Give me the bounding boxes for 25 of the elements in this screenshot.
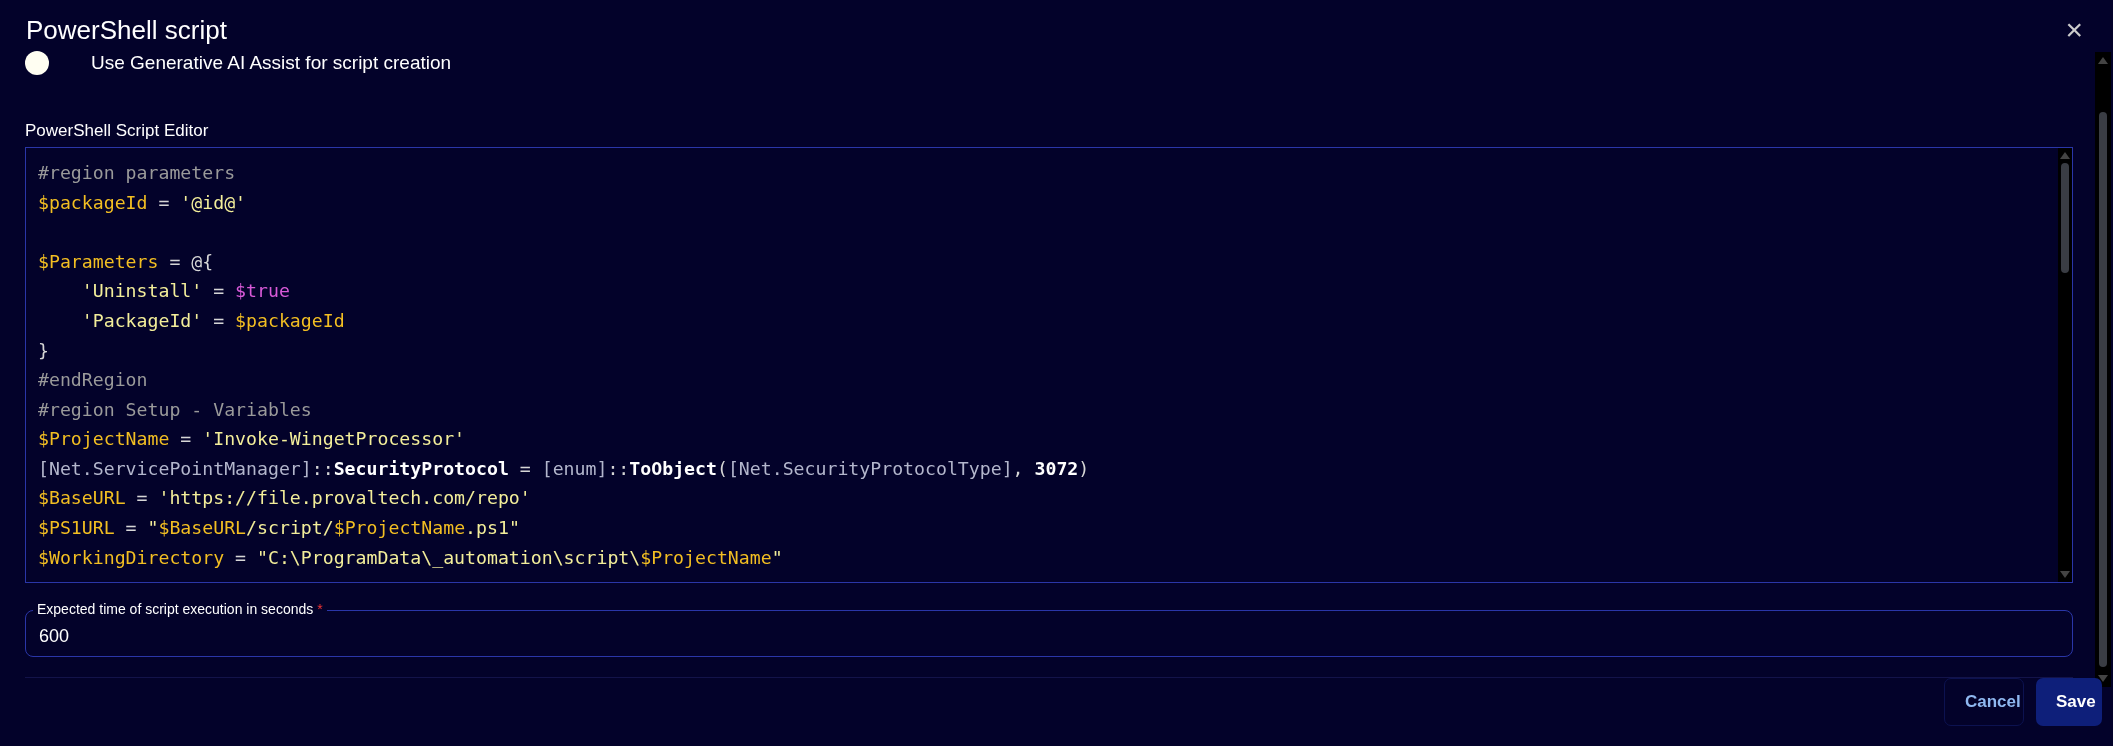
save-button[interactable]: Save (2036, 678, 2102, 726)
toggle-label: Use Generative AI Assist for script creation (91, 52, 452, 75)
code-line: $Parameters = @{ (38, 249, 215, 274)
code-line: $WorkingDirectory = "C:\ProgramData\_automation\script\$ProjectName" (38, 545, 784, 570)
toggle-switch[interactable] (25, 51, 49, 76)
close-button[interactable]: × (2061, 15, 2087, 45)
editor-label: PowerShell Script Editor (25, 120, 210, 141)
timeout-field[interactable]: Expected time of script execution in seconds * 600 (25, 601, 2073, 657)
dialog-title: PowerShell script (26, 14, 227, 46)
code-line: $BaseURL = 'https://file.provaltech.com/repo' (38, 486, 532, 511)
code-line: #region parameters (38, 160, 237, 185)
code-line: $ProjectName = 'Invoke-WingetProcessor' (38, 427, 467, 452)
scrollbar[interactable] (2095, 52, 2111, 687)
field-label: Expected time of script execution in seconds * (33, 601, 327, 619)
scrollbar[interactable] (2058, 147, 2072, 583)
cancel-button[interactable]: Cancel (1944, 678, 2024, 726)
code-line: #endRegion (38, 368, 149, 393)
code-line: $packageId = '@id@' (38, 190, 248, 215)
code-line: #region Setup - Variables (38, 397, 313, 422)
code-line: } (38, 338, 50, 363)
code-line: 'Uninstall' = $true (80, 279, 291, 304)
code-line: 'PackageId' = $packageId (80, 308, 346, 333)
code-line: [Net.ServicePointManager]::SecurityProtocol = [enum]::ToObject([Net.SecurityProtocolType], 3072) (38, 456, 1091, 481)
code-line: $PS1URL = "$BaseURL/script/$ProjectName.ps1" (38, 516, 521, 541)
code-editor[interactable] (25, 146, 2073, 584)
